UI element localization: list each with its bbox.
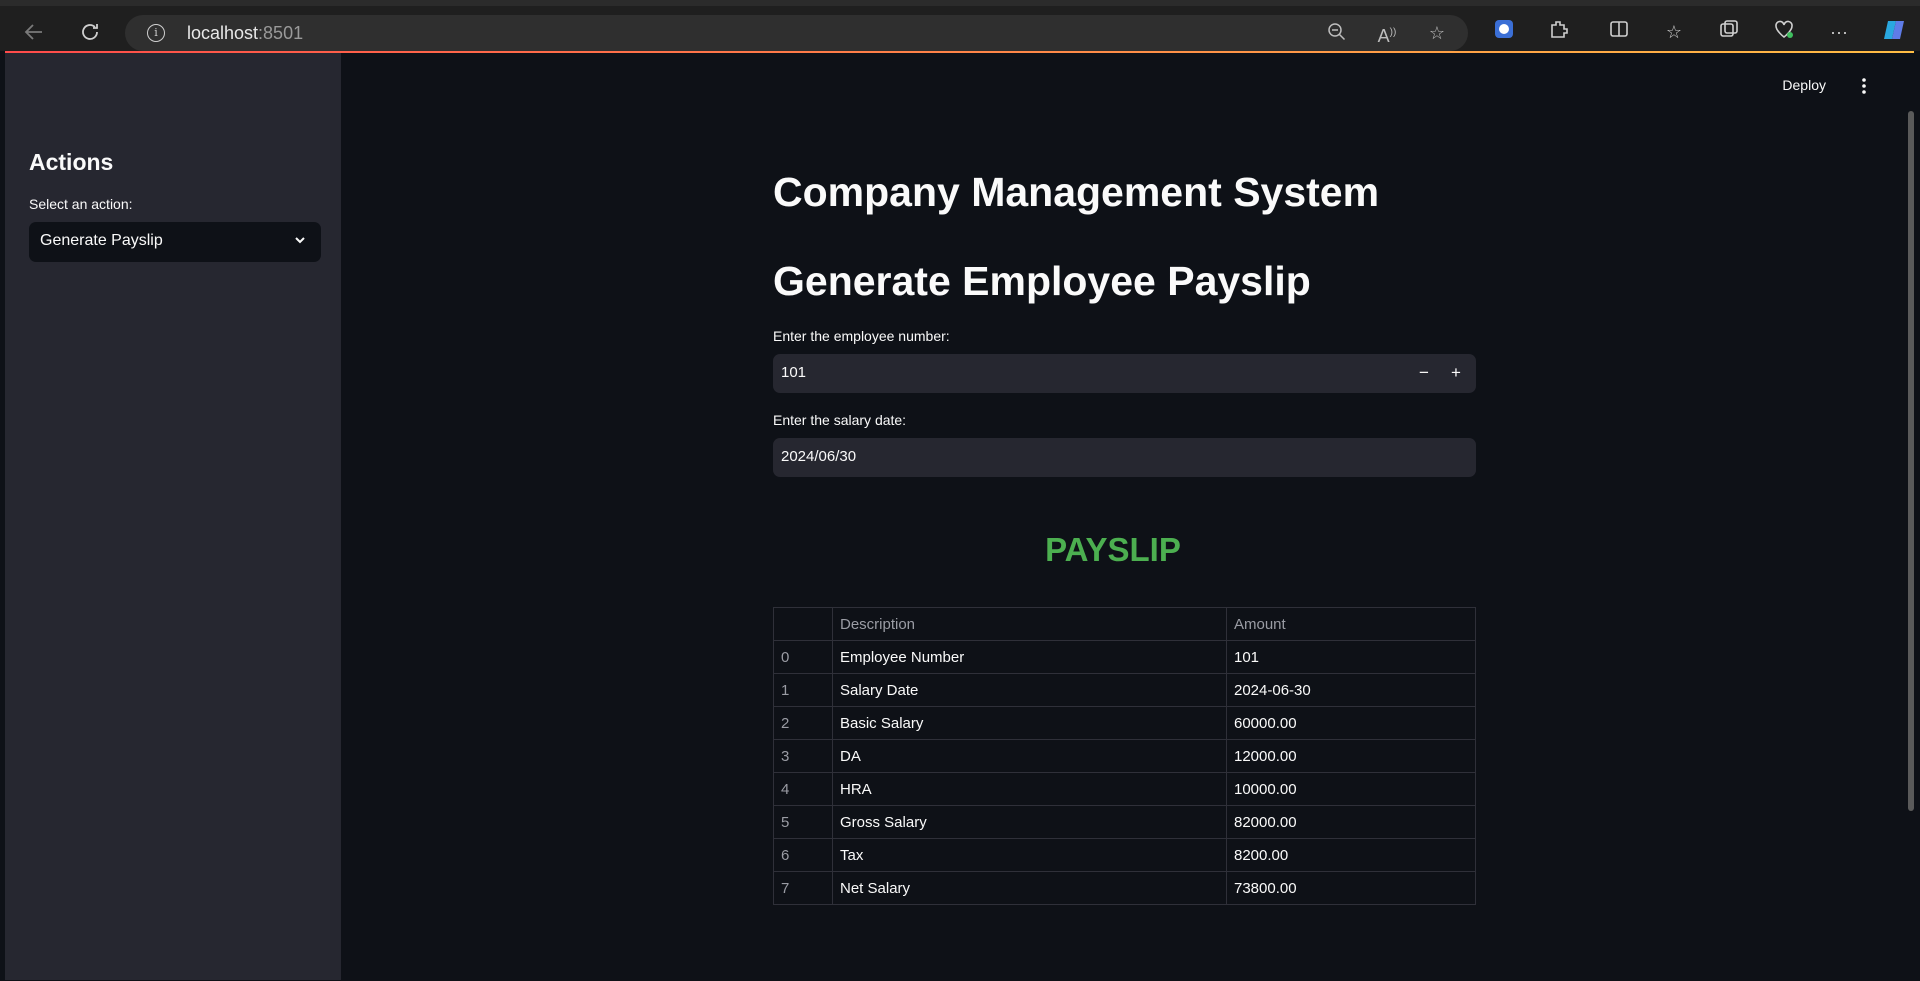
- row-amount[interactable]: 12000.00: [1226, 739, 1476, 773]
- browser-toolbar: i localhost:8501 A)) ☆ ☆ ···: [0, 0, 1920, 51]
- row-amount[interactable]: 8200.00: [1226, 838, 1476, 872]
- split-screen-icon[interactable]: [1605, 18, 1633, 46]
- row-amount[interactable]: 101: [1226, 640, 1476, 674]
- row-index[interactable]: 4: [773, 772, 833, 806]
- sidebar-title: Actions: [29, 149, 114, 175]
- row-description[interactable]: Employee Number: [832, 640, 1227, 674]
- action-select-label: Select an action:: [29, 196, 133, 212]
- column-header-index[interactable]: [773, 607, 833, 641]
- row-index[interactable]: 1: [773, 673, 833, 707]
- table-row: 6 Tax 8200.00: [773, 838, 1476, 872]
- row-amount[interactable]: 73800.00: [1226, 871, 1476, 905]
- scrollbar[interactable]: [1908, 111, 1914, 811]
- salary-date-label: Enter the salary date:: [773, 412, 907, 428]
- read-aloud-icon[interactable]: A)): [1375, 22, 1399, 46]
- row-description[interactable]: Salary Date: [832, 673, 1227, 707]
- action-select-value: Generate Payslip: [40, 232, 163, 249]
- row-index[interactable]: 7: [773, 871, 833, 905]
- row-amount[interactable]: 82000.00: [1226, 805, 1476, 839]
- row-description[interactable]: DA: [832, 739, 1227, 773]
- row-index[interactable]: 6: [773, 838, 833, 872]
- row-index[interactable]: 3: [773, 739, 833, 773]
- site-info-icon[interactable]: i: [147, 24, 165, 42]
- zoom-out-icon[interactable]: [1325, 22, 1349, 46]
- employee-number-value: 101: [781, 364, 807, 381]
- main-menu-icon[interactable]: [1856, 77, 1872, 95]
- chevron-down-icon: [293, 233, 307, 247]
- payslip-table: Description Amount 0 Employee Number 101 1 S…: [773, 607, 1476, 905]
- row-index[interactable]: 0: [773, 640, 833, 674]
- decrement-button[interactable]: −: [1408, 354, 1440, 393]
- table-row: 1 Salary Date 2024-06-30: [773, 673, 1476, 707]
- row-description[interactable]: Tax: [832, 838, 1227, 872]
- table-row: 5 Gross Salary 82000.00: [773, 805, 1476, 839]
- sidebar: Actions Select an action: Generate Paysl…: [5, 53, 341, 980]
- url-text: localhost:8501: [187, 23, 304, 43]
- favorite-star-icon[interactable]: ☆: [1425, 22, 1449, 46]
- main-area: Deploy Company Management System Generat…: [341, 53, 1914, 980]
- table-row: 7 Net Salary 73800.00: [773, 871, 1476, 905]
- employee-number-label: Enter the employee number:: [773, 328, 950, 344]
- browser-essentials-icon[interactable]: [1770, 18, 1798, 46]
- collections-icon[interactable]: [1715, 18, 1743, 46]
- table-header-row: Description Amount: [773, 607, 1476, 641]
- extensions-puzzle-icon[interactable]: [1545, 18, 1573, 46]
- row-description[interactable]: Net Salary: [832, 871, 1227, 905]
- row-index[interactable]: 5: [773, 805, 833, 839]
- table-row: 4 HRA 10000.00: [773, 772, 1476, 806]
- back-icon[interactable]: [20, 18, 48, 46]
- payslip-heading: PAYSLIP: [1045, 531, 1181, 568]
- action-select[interactable]: Generate Payslip: [29, 222, 321, 262]
- more-menu-icon[interactable]: ···: [1825, 18, 1853, 46]
- favorites-icon[interactable]: ☆: [1660, 18, 1688, 46]
- increment-button[interactable]: +: [1440, 354, 1472, 393]
- table-row: 3 DA 12000.00: [773, 739, 1476, 773]
- row-index[interactable]: 2: [773, 706, 833, 740]
- page-subtitle: Generate Employee Payslip: [773, 258, 1311, 304]
- copilot-icon[interactable]: [1880, 18, 1908, 46]
- table-row: 0 Employee Number 101: [773, 640, 1476, 674]
- row-amount[interactable]: 60000.00: [1226, 706, 1476, 740]
- page-title: Company Management System: [773, 169, 1380, 215]
- salary-date-input[interactable]: 2024/06/30: [773, 438, 1476, 477]
- deploy-button[interactable]: Deploy: [1782, 77, 1826, 93]
- row-amount[interactable]: 2024-06-30: [1226, 673, 1476, 707]
- table-row: 2 Basic Salary 60000.00: [773, 706, 1476, 740]
- row-description[interactable]: Basic Salary: [832, 706, 1227, 740]
- address-bar[interactable]: i localhost:8501 A)) ☆: [125, 15, 1468, 51]
- reload-icon[interactable]: [76, 18, 104, 46]
- row-description[interactable]: HRA: [832, 772, 1227, 806]
- salary-date-value: 2024/06/30: [781, 448, 857, 465]
- column-header-amount[interactable]: Amount: [1226, 607, 1476, 641]
- employee-number-input[interactable]: 101 − +: [773, 354, 1476, 393]
- column-header-description[interactable]: Description: [832, 607, 1227, 641]
- row-description[interactable]: Gross Salary: [832, 805, 1227, 839]
- row-amount[interactable]: 10000.00: [1226, 772, 1476, 806]
- extension-blue-icon[interactable]: [1490, 18, 1518, 46]
